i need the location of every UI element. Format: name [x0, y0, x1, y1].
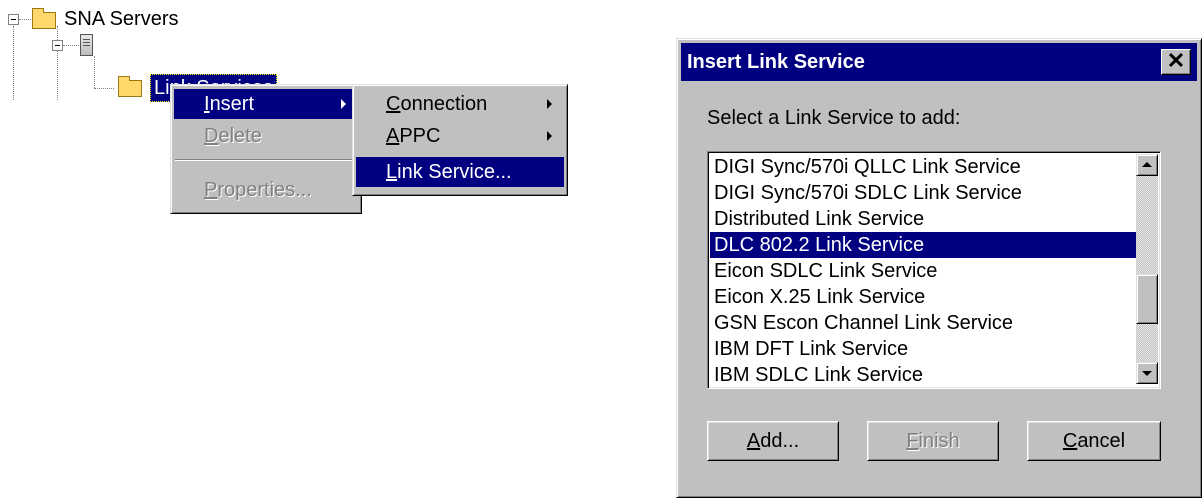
dialog-title: Insert Link Service	[687, 51, 865, 73]
dialog-prompt: Select a Link Service to add:	[707, 107, 961, 129]
finish-button[interactable]: Finish	[867, 421, 999, 461]
scroll-down-button[interactable]	[1136, 362, 1158, 384]
scroll-up-button[interactable]	[1136, 154, 1158, 176]
menu-item-link-service[interactable]: Link Service...	[356, 157, 564, 187]
list-item[interactable]: Eicon SDLC Link Service	[710, 258, 1139, 284]
arrow-up-icon	[1142, 162, 1152, 167]
scroll-thumb[interactable]	[1136, 273, 1158, 324]
collapse-server-icon[interactable]	[52, 40, 63, 51]
list-item[interactable]: IBM DFT Link Service	[710, 336, 1139, 362]
cancel-button[interactable]: Cancel	[1027, 421, 1161, 461]
list-item[interactable]: DLC 802.2 Link Service	[710, 232, 1139, 258]
add-button[interactable]: Add...	[707, 421, 839, 461]
menu-item-link-service-label: ink Service...	[397, 161, 512, 183]
tree-connector-line	[19, 19, 31, 21]
menu-separator	[175, 159, 357, 161]
menu-item-delete[interactable]: Delete	[174, 121, 358, 151]
link-service-listbox[interactable]: DIGI Sync/570i QLLC Link Service DIGI Syn…	[707, 151, 1161, 389]
close-icon: ✕	[1166, 48, 1186, 73]
menu-item-connection-accel: C	[386, 93, 401, 115]
dialog-title-bar[interactable]: Insert Link Service ✕	[681, 43, 1197, 81]
context-menu: Insert Delete Properties...	[170, 84, 362, 214]
menu-item-properties-label: roperties...	[217, 179, 312, 201]
tree-connector-line	[94, 56, 96, 88]
menu-item-insert[interactable]: Insert	[174, 89, 358, 119]
menu-item-connection[interactable]: Connection	[356, 89, 564, 119]
tree-node-root-label[interactable]: SNA Servers	[64, 6, 178, 32]
insert-submenu: Connection APPC Link Service...	[352, 84, 568, 196]
tree-connector-line	[13, 26, 15, 100]
server-icon[interactable]	[80, 34, 93, 56]
menu-item-properties-accel: P	[204, 179, 218, 201]
add-button-accel: A	[746, 430, 761, 452]
list-item[interactable]: DIGI Sync/570i QLLC Link Service	[710, 154, 1139, 180]
tree-connector-line	[94, 88, 114, 90]
cancel-button-label: ancel	[1077, 430, 1126, 452]
arrow-down-icon	[1142, 371, 1152, 376]
insert-link-service-dialog: Insert Link Service ✕ Select a Link Serv…	[676, 38, 1202, 498]
menu-item-link-service-accel: L	[386, 161, 398, 183]
menu-item-properties[interactable]: Properties...	[174, 175, 358, 205]
folder-icon	[32, 8, 56, 29]
finish-button-accel: F	[906, 430, 919, 452]
listbox-items: DIGI Sync/570i QLLC Link Service DIGI Syn…	[710, 154, 1139, 388]
submenu-arrow-icon	[547, 131, 552, 141]
collapse-root-icon[interactable]	[8, 14, 19, 25]
tree-connector-line	[63, 45, 79, 47]
menu-item-connection-label: onnection	[400, 93, 488, 115]
menu-item-appc-accel: A	[386, 125, 400, 147]
list-item[interactable]: GSN Escon Channel Link Service	[710, 310, 1139, 336]
menu-item-appc-label: PPC	[399, 125, 441, 147]
submenu-arrow-icon	[547, 99, 552, 109]
tree-connector-line	[57, 26, 59, 100]
list-item[interactable]: IBM SDLC Link Service	[710, 362, 1139, 388]
close-button[interactable]: ✕	[1161, 49, 1191, 75]
menu-item-delete-accel: D	[204, 125, 219, 147]
list-item[interactable]: Eicon X.25 Link Service	[710, 284, 1139, 310]
open-folder-icon	[118, 76, 142, 97]
vertical-scrollbar[interactable]	[1136, 154, 1158, 384]
list-item[interactable]: Distributed Link Service	[710, 206, 1139, 232]
menu-item-delete-label: elete	[218, 125, 262, 147]
submenu-arrow-icon	[341, 99, 346, 109]
cancel-button-accel: C	[1062, 430, 1078, 452]
menu-item-insert-label: nsert	[209, 93, 255, 115]
add-button-label: dd...	[760, 430, 800, 452]
list-item[interactable]: DIGI Sync/570i SDLC Link Service	[710, 180, 1139, 206]
finish-button-label: inish	[918, 430, 960, 452]
menu-item-appc[interactable]: APPC	[356, 121, 564, 151]
